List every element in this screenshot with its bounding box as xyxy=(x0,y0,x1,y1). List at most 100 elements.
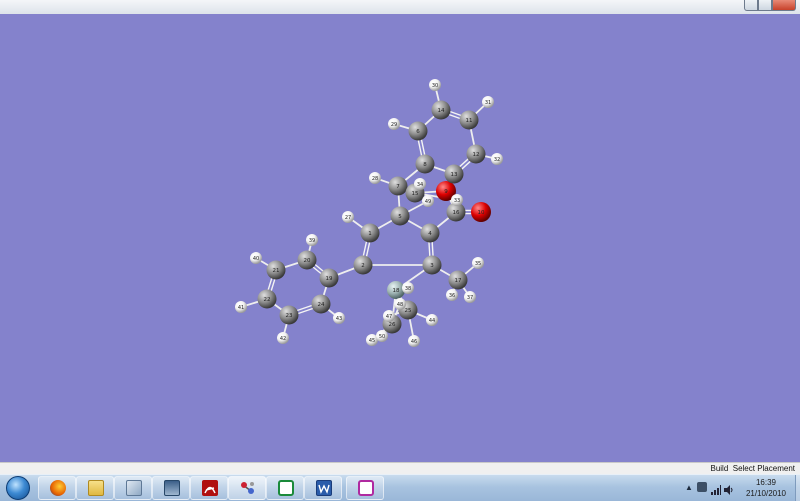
atom-17[interactable]: 17 xyxy=(448,270,468,290)
clock-date: 21/10/2010 xyxy=(745,489,787,498)
atom-21[interactable]: 21 xyxy=(266,260,286,280)
atom-14[interactable]: 14 xyxy=(431,100,451,120)
atom-label: 32 xyxy=(494,157,500,163)
atom-label: 31 xyxy=(485,100,491,106)
atom-5[interactable]: 5 xyxy=(390,206,410,226)
atom-10[interactable]: 10 xyxy=(471,202,491,222)
show-desktop-button[interactable] xyxy=(795,475,800,501)
atom-28[interactable]: 28 xyxy=(369,172,381,184)
atom-label: 8 xyxy=(423,162,427,168)
atom-label: 39 xyxy=(309,238,315,244)
atom-30[interactable]: 30 xyxy=(429,79,441,91)
atom-40[interactable]: 40 xyxy=(250,252,262,264)
atom-label: 42 xyxy=(280,336,286,342)
atom-42[interactable]: 42 xyxy=(277,332,289,344)
taskbar-app-explorer[interactable] xyxy=(76,476,114,500)
atom-33[interactable]: 33 xyxy=(451,194,463,206)
chemdraw-icon xyxy=(278,480,294,496)
atom-12[interactable]: 12 xyxy=(466,144,486,164)
explorer-folder-icon xyxy=(88,480,104,496)
tray-device-icon[interactable] xyxy=(697,482,707,492)
atom-11[interactable]: 11 xyxy=(459,110,479,130)
taskbar-app-acrobat[interactable] xyxy=(190,476,228,500)
minimize-button[interactable] xyxy=(744,0,758,11)
atom-6[interactable]: 6 xyxy=(408,121,428,141)
taskbar: ▲ 16:39 21/10/2010 xyxy=(0,474,800,501)
atom-1[interactable]: 1 xyxy=(360,223,380,243)
atom-29[interactable]: 29 xyxy=(388,118,400,130)
chem3d-icon xyxy=(358,480,374,496)
atom-22[interactable]: 22 xyxy=(257,289,277,309)
taskbar-app-word[interactable] xyxy=(304,476,342,500)
atom-label: 44 xyxy=(429,318,435,324)
atom-label: 36 xyxy=(449,293,455,299)
atom-19[interactable]: 19 xyxy=(319,268,339,288)
tray-network-icon[interactable] xyxy=(711,482,721,495)
atom-label: 17 xyxy=(455,278,462,284)
atom-43[interactable]: 43 xyxy=(333,312,345,324)
atom-label: 29 xyxy=(391,122,397,128)
taskbar-app-notepad[interactable] xyxy=(114,476,152,500)
acrobat-icon xyxy=(202,480,218,496)
atom-label: 13 xyxy=(451,172,458,178)
gaussview-icon xyxy=(240,480,256,496)
atom-label: 34 xyxy=(417,182,423,188)
tray-volume-icon[interactable] xyxy=(724,482,734,495)
atom-8[interactable]: 8 xyxy=(415,154,435,174)
atom-label: 46 xyxy=(411,339,417,345)
status-build-label: Build xyxy=(710,464,729,473)
atom-3[interactable]: 3 xyxy=(422,255,442,275)
atom-31[interactable]: 31 xyxy=(482,96,494,108)
atom-47[interactable]: 47 xyxy=(383,310,395,322)
atom-label: 11 xyxy=(466,118,473,124)
atom-41[interactable]: 41 xyxy=(235,301,247,313)
atom-32[interactable]: 32 xyxy=(491,153,503,165)
atom-2[interactable]: 2 xyxy=(353,255,373,275)
atom-39[interactable]: 39 xyxy=(306,234,318,246)
molecule-canvas[interactable]: 12 34567891011121314151617181920212223242… xyxy=(0,14,800,462)
atom-34[interactable]: 34 xyxy=(414,178,426,190)
atom-label: 14 xyxy=(438,108,445,114)
atom-50[interactable]: 50 xyxy=(376,330,388,342)
atom-36[interactable]: 36 xyxy=(446,289,458,301)
atom-label: 47 xyxy=(386,314,392,320)
atom-4[interactable]: 4 xyxy=(420,223,440,243)
atom-35[interactable]: 35 xyxy=(472,257,484,269)
atom-label: 16 xyxy=(453,210,460,216)
taskbar-app-gaussview[interactable] xyxy=(228,476,266,500)
maximize-button[interactable] xyxy=(758,0,772,11)
atom-13[interactable]: 13 xyxy=(444,164,464,184)
atom-label: 26 xyxy=(389,322,396,328)
atom-label: 40 xyxy=(253,256,259,262)
atom-44[interactable]: 44 xyxy=(426,314,438,326)
atom-37[interactable]: 37 xyxy=(464,291,476,303)
atom-label: 6 xyxy=(416,129,420,135)
atom-label: 43 xyxy=(336,316,342,322)
atom-label: 5 xyxy=(398,214,402,220)
taskbar-app-firefox[interactable] xyxy=(38,476,76,500)
atom-24[interactable]: 24 xyxy=(311,294,331,314)
taskbar-app-chem3d[interactable] xyxy=(346,476,384,500)
atom-27[interactable]: 27 xyxy=(342,211,354,223)
atom-38[interactable]: 38 xyxy=(402,282,414,294)
taskbar-app-media[interactable] xyxy=(152,476,190,500)
media-icon xyxy=(164,480,180,496)
atom-20[interactable]: 20 xyxy=(297,250,317,270)
atom-46[interactable]: 46 xyxy=(408,335,420,347)
atom-label: 41 xyxy=(238,305,244,311)
clock-time: 16:39 xyxy=(755,478,777,487)
atom-label: 50 xyxy=(379,334,385,340)
taskbar-app-chemdraw[interactable] xyxy=(266,476,304,500)
atom-label: 18 xyxy=(393,288,400,294)
atom-23[interactable]: 23 xyxy=(279,305,299,325)
atom-49[interactable]: 49 xyxy=(422,195,434,207)
atom-7[interactable]: 7 xyxy=(388,176,408,196)
start-button[interactable] xyxy=(2,475,34,501)
atom-18[interactable]: 18 xyxy=(387,281,405,299)
close-button[interactable] xyxy=(772,0,796,11)
molecule-viewport[interactable]: 1 2 3 4 5 6 7 8 9 10 11 12 13 14 15 16 17 18 19 20 21 22 23 24 2… xyxy=(0,14,800,462)
atom-48[interactable]: 48 xyxy=(394,298,406,310)
tray-expand-icon[interactable]: ▲ xyxy=(685,483,693,492)
status-placement-label: Select Placement xyxy=(732,464,795,473)
clock[interactable]: 16:39 21/10/2010 xyxy=(736,477,796,499)
